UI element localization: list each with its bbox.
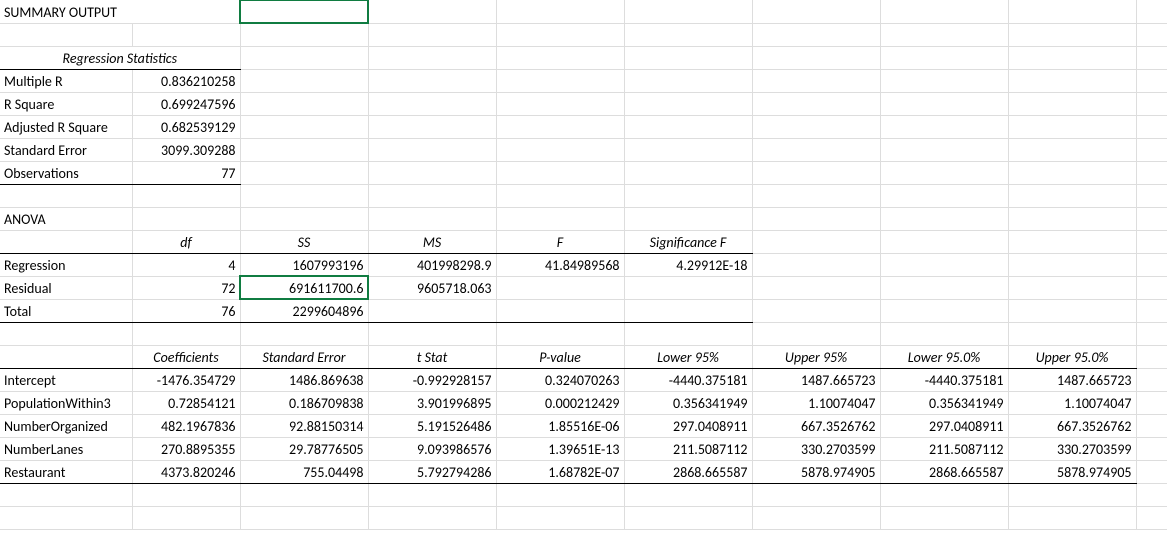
coef-col-l95: Lower 95%: [624, 345, 752, 368]
anova-residual-f: [496, 276, 624, 299]
coef-label: Intercept: [0, 368, 132, 391]
reg-stats-header: Regression Statistics: [0, 46, 240, 69]
value-std-err: 3099.309288: [132, 138, 240, 161]
coef-col-pval: P-value: [496, 345, 624, 368]
coef-col-u95b: Upper 95.0%: [1008, 345, 1136, 368]
anova-col-ss: SS: [240, 230, 368, 253]
anova-total-f: [496, 299, 624, 322]
anova-regression-df: 4: [132, 253, 240, 276]
value-multiple-r: 0.836210258: [132, 69, 240, 92]
anova-regression-ms: 401998298.9: [368, 253, 496, 276]
spreadsheet[interactable]: SUMMARY OUTPUT Regression Statistics Mul…: [0, 0, 1167, 530]
coef-col-tstat: t Stat: [368, 345, 496, 368]
anova-regression-label: Regression: [0, 253, 132, 276]
anova-total-ms: [368, 299, 496, 322]
anova-total-label: Total: [0, 299, 132, 322]
value-r-square: 0.699247596: [132, 92, 240, 115]
coef-row-rest: Restaurant 4373.820246 755.04498 5.79279…: [0, 460, 1167, 483]
active-cell[interactable]: [240, 0, 368, 23]
coef-col-l95b: Lower 95.0%: [880, 345, 1008, 368]
coef-label: NumberLanes: [0, 437, 132, 460]
coef-label: Restaurant: [0, 460, 132, 483]
coef-row-norg: NumberOrganized 482.1967836 92.88150314 …: [0, 414, 1167, 437]
value-adj-r-square: 0.682539129: [132, 115, 240, 138]
label-observations: Observations: [0, 161, 132, 184]
anova-residual-df: 72: [132, 276, 240, 299]
label-adj-r-square: Adjusted R Square: [0, 115, 132, 138]
anova-header: ANOVA: [0, 207, 132, 230]
label-r-square: R Square: [0, 92, 132, 115]
anova-col-f: F: [496, 230, 624, 253]
summary-title: SUMMARY OUTPUT: [0, 0, 240, 23]
anova-residual-label: Residual: [0, 276, 132, 299]
coef-row-lanes: NumberLanes 270.8895355 29.78776505 9.09…: [0, 437, 1167, 460]
anova-regression-ss: 1607993196: [240, 253, 368, 276]
anova-residual-ss: 691611700.6: [240, 276, 368, 299]
label-multiple-r: Multiple R: [0, 69, 132, 92]
coef-col-u95: Upper 95%: [752, 345, 880, 368]
anova-residual-sigf: [624, 276, 752, 299]
anova-regression-sigf: 4.29912E-18: [624, 253, 752, 276]
anova-total-sigf: [624, 299, 752, 322]
anova-col-ms: MS: [368, 230, 496, 253]
anova-regression-f: 41.84989568: [496, 253, 624, 276]
anova-col-sigf: Significance F: [624, 230, 752, 253]
coef-label: NumberOrganized: [0, 414, 132, 437]
coef-col-se: Standard Error: [240, 345, 368, 368]
anova-residual-ms: 9605718.063: [368, 276, 496, 299]
anova-total-df: 76: [132, 299, 240, 322]
label-std-err: Standard Error: [0, 138, 132, 161]
anova-col-df: df: [132, 230, 240, 253]
anova-total-ss: 2299604896: [240, 299, 368, 322]
value-observations: 77: [132, 161, 240, 184]
coef-col-coef: Coefficients: [132, 345, 240, 368]
coef-row-pop: PopulationWithin3 0.72854121 0.186709838…: [0, 391, 1167, 414]
coef-row-intercept: Intercept -1476.354729 1486.869638 -0.99…: [0, 368, 1167, 391]
coef-label: PopulationWithin3: [0, 391, 132, 414]
